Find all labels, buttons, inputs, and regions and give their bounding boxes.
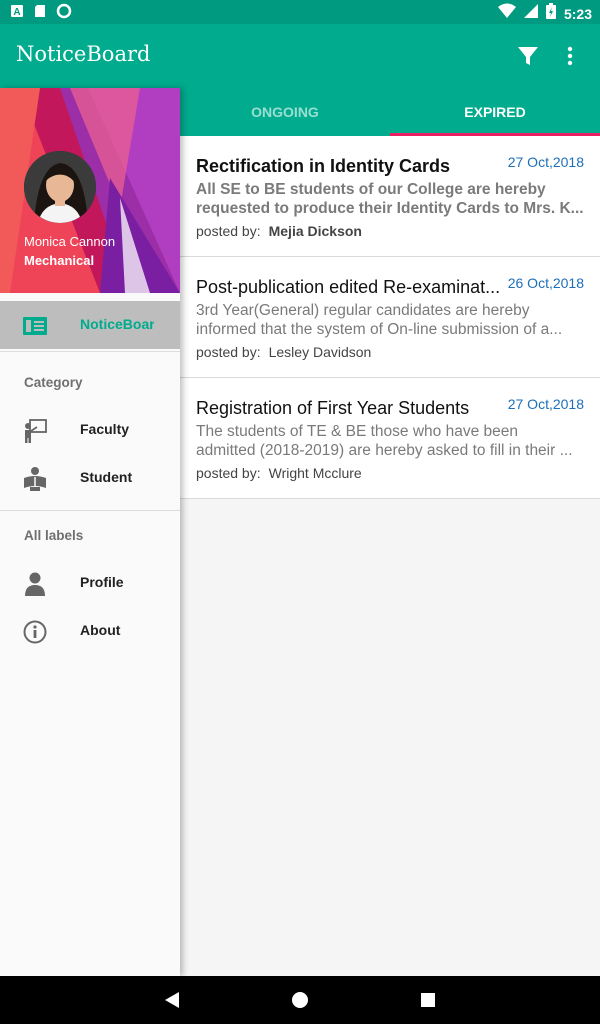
nav-item-student[interactable]: Student [0,454,180,502]
svg-text:A: A [13,7,20,18]
drawer-divider [0,351,180,352]
signal-icon [523,3,538,24]
notice-card[interactable]: Registration of First Year Students 27 O… [180,378,600,499]
all-labels-heading: All labels [24,528,84,543]
notice-posted-by: posted by: Lesley Davidson [196,344,371,360]
filter-icon [518,47,538,65]
notice-card[interactable]: Rectification in Identity Cards 27 Oct,2… [180,136,600,257]
nav-item-label: Faculty [80,421,130,437]
tab-ongoing[interactable]: ONGOING [180,88,390,136]
user-branch: Mechanical [24,253,95,268]
back-triangle-icon [165,992,179,1008]
filter-button[interactable] [512,40,544,72]
nav-item-noticeboard[interactable]: NoticeBoar [0,301,180,349]
notice-body-line: All SE to BE students of our College are… [196,181,546,198]
info-icon [22,619,48,645]
notice-body-line: requested to produce their Identity Card… [196,200,584,217]
notice-posted-by: posted by: Wright Mcclure [196,465,362,481]
drawer-divider [0,510,180,511]
notice-posted-by: posted by: Mejia Dickson [196,223,362,239]
nav-item-label: Profile [80,574,124,590]
system-navigation-bar [0,976,600,1024]
notice-date: 26 Oct,2018 [507,275,584,291]
noticeboard-icon [22,313,48,339]
back-button[interactable] [160,988,184,1012]
sim-notification-icon: A [10,4,24,23]
student-reading-icon [22,466,48,492]
nav-item-label: NoticeBoar [80,316,154,332]
wifi-icon [497,3,516,24]
user-photo [24,151,96,223]
nav-item-label: About [80,622,121,638]
notice-body-line: 3rd Year(General) regular candidates are… [196,302,530,319]
posted-by-label: posted by: [196,223,261,239]
home-circle-icon [292,992,308,1008]
user-name: Monica Cannon [24,234,116,249]
overflow-menu-button[interactable] [554,40,586,72]
notice-body-line: informed that the system of On-line subm… [196,321,563,338]
notice-card[interactable]: Post-publication edited Re-examinat... 2… [180,257,600,378]
person-icon [22,571,48,597]
posted-by-label: posted by: [196,344,261,360]
sync-circle-icon [56,3,72,24]
sd-card-icon [34,4,46,23]
tab-expired[interactable]: EXPIRED [390,88,600,136]
avatar[interactable] [24,151,96,223]
notice-author: Mejia Dickson [268,223,362,239]
notice-list: Rectification in Identity Cards 27 Oct,2… [180,136,600,499]
notice-title: Post-publication edited Re-examinat... [196,277,501,297]
nav-item-profile[interactable]: Profile [0,559,180,607]
notice-title: Rectification in Identity Cards [196,156,451,176]
status-bar: A 5:23 [0,0,600,24]
notice-body-line: The students of TE & BE those who have b… [196,423,518,440]
notice-date: 27 Oct,2018 [507,396,584,412]
notice-author: Lesley Davidson [268,344,372,360]
notice-body: The students of TE & BE those who have b… [196,422,586,460]
notice-body-line: admitted (2018-2019) are hereby asked to… [196,442,573,459]
notice-date: 27 Oct,2018 [507,154,584,170]
navigation-drawer: Monica Cannon Mechanical NoticeBoar Cate… [0,88,180,976]
nav-item-about[interactable]: About [0,607,180,655]
app-bar: NoticeBoard [0,24,600,88]
notice-title: Registration of First Year Students [196,398,470,418]
more-vert-icon [567,46,573,66]
category-heading: Category [24,375,83,390]
tab-bar: ONGOING EXPIRED [180,88,600,136]
drawer-header: Monica Cannon Mechanical [0,88,180,293]
notice-body: All SE to BE students of our College are… [196,180,586,218]
nav-item-faculty[interactable]: Faculty [0,406,180,454]
screen: { "status_bar": { "time": "5:23" }, "app… [0,0,600,1024]
notice-body: 3rd Year(General) regular candidates are… [196,301,586,339]
recents-square-icon [421,993,435,1007]
posted-by-label: posted by: [196,465,261,481]
recents-button[interactable] [416,988,440,1012]
battery-icon [545,3,556,24]
home-button[interactable] [288,988,312,1012]
notice-author: Wright Mcclure [268,465,362,481]
teacher-board-icon [22,418,48,444]
nav-item-label: Student [80,469,133,485]
app-title: NoticeBoard [16,42,151,66]
clock: 5:23 [563,5,592,22]
